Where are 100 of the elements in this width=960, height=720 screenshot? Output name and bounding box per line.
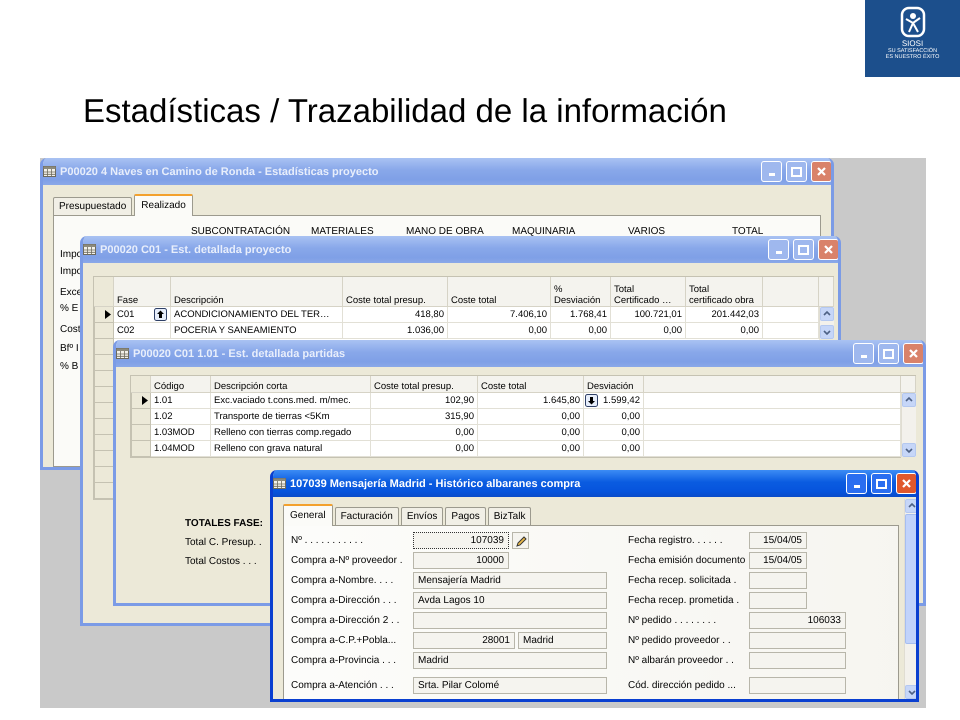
input-field[interactable]: 10000 xyxy=(413,552,509,569)
window-title: P00020 C01 1.01 - Est. detallada partidas xyxy=(133,348,346,360)
minimize-button[interactable] xyxy=(853,343,874,364)
tab[interactable]: Realizado xyxy=(134,194,193,216)
column-header: SUBCONTRATACIÓN xyxy=(191,226,292,239)
column-header[interactable]: Código xyxy=(151,376,211,393)
column-header: TOTAL xyxy=(732,226,764,239)
column-header[interactable]: % Desviación xyxy=(551,277,611,307)
close-button[interactable] xyxy=(896,473,916,494)
input-field[interactable] xyxy=(749,572,807,589)
section-heading: TOTALES FASE: xyxy=(185,518,263,529)
caret-up-icon xyxy=(905,396,913,402)
table-icon xyxy=(43,166,56,177)
maximize-button[interactable] xyxy=(786,161,807,182)
input-field[interactable] xyxy=(749,677,846,694)
maximize-button[interactable] xyxy=(871,473,892,494)
vertical-scrollbar[interactable] xyxy=(819,307,834,339)
column-header[interactable]: Coste total presup. xyxy=(371,376,478,393)
tab[interactable]: Facturación xyxy=(334,507,399,525)
input-field[interactable]: Mensajería Madrid xyxy=(413,572,607,589)
maximize-button[interactable] xyxy=(793,239,814,260)
scroll-up-button[interactable] xyxy=(905,499,916,513)
scroll-down-button[interactable] xyxy=(820,325,834,339)
minimize-button[interactable] xyxy=(768,239,789,260)
column-header[interactable]: Desviación xyxy=(584,376,644,393)
caret-down-icon xyxy=(905,448,913,454)
scroll-down-button[interactable] xyxy=(902,443,916,457)
close-button[interactable] xyxy=(811,161,831,182)
close-icon xyxy=(816,166,826,176)
column-header: MAQUINARIA xyxy=(512,226,576,239)
field-label: Nº pedido proveedor . . xyxy=(628,634,732,648)
table-cell: Relleno con grava natural xyxy=(211,441,371,457)
close-button[interactable] xyxy=(903,343,923,364)
minimize-button[interactable] xyxy=(846,473,867,494)
table-cell: 102,90 xyxy=(371,393,478,409)
minimize-button[interactable] xyxy=(761,161,782,182)
input-field[interactable]: 15/04/05 xyxy=(749,532,807,549)
tab[interactable]: General xyxy=(283,504,333,526)
scroll-up-button[interactable] xyxy=(820,307,834,321)
grid-corner xyxy=(94,277,114,307)
maximize-icon xyxy=(791,166,802,176)
vertical-scrollbar[interactable] xyxy=(901,393,916,457)
table-cell: 0,00 xyxy=(371,425,478,441)
column-header[interactable]: Coste total presup. xyxy=(343,277,448,307)
field-label: Nº . . . . . . . . . . . xyxy=(291,534,364,548)
minimize-icon xyxy=(860,354,866,358)
input-field[interactable]: Srta. Pilar Colomé xyxy=(413,677,607,694)
column-header[interactable]: Descripción xyxy=(171,277,343,307)
column-header[interactable]: Total Certificado … xyxy=(611,277,686,307)
current-row-icon xyxy=(105,310,111,319)
scroll-down-button[interactable] xyxy=(905,685,916,699)
maximize-icon xyxy=(798,244,809,254)
table-cell: 0,00 xyxy=(448,323,551,339)
vertical-scrollbar[interactable] xyxy=(904,499,916,699)
close-button[interactable] xyxy=(818,239,838,260)
field-label: Bfº I xyxy=(60,342,79,355)
table-cell: 201.442,03 xyxy=(686,307,763,323)
table-icon xyxy=(116,348,129,359)
table-icon xyxy=(273,478,286,489)
input-field[interactable]: 106033 xyxy=(749,612,846,629)
table-cell: 0,00 xyxy=(478,409,584,425)
input-field[interactable]: 15/04/05 xyxy=(749,552,807,569)
caret-down-icon xyxy=(908,690,916,696)
tab[interactable]: Pagos xyxy=(445,507,486,525)
scroll-thumb[interactable] xyxy=(905,514,916,644)
grid-corner xyxy=(131,376,151,393)
input-field[interactable]: Avda Lagos 10 xyxy=(413,592,607,609)
table-cell: 0,00 xyxy=(584,425,644,441)
column-header[interactable]: Fase xyxy=(114,277,171,307)
caret-down-icon xyxy=(823,330,831,336)
scroll-up-button[interactable] xyxy=(902,393,916,407)
maximize-button[interactable] xyxy=(878,343,899,364)
table-cell: 1.04MOD xyxy=(151,441,211,457)
input-field[interactable] xyxy=(413,612,607,629)
window-title: 107039 Mensajería Madrid - Histórico albaranes compra xyxy=(290,478,582,490)
column-header[interactable]: Coste total xyxy=(478,376,584,393)
field-label: Fecha recep. prometida . xyxy=(628,594,740,608)
table-cell: Exc.vaciado t.cons.med. m/mec. xyxy=(211,393,371,409)
column-header[interactable]: Descripción corta xyxy=(211,376,371,393)
field-label: Nº albarán proveedor . . xyxy=(628,654,735,668)
input-field[interactable]: Madrid xyxy=(413,652,607,669)
table-cell: 7.406,10 xyxy=(448,307,551,323)
input-field[interactable] xyxy=(749,592,807,609)
input-field[interactable]: Madrid xyxy=(518,632,607,649)
table-cell: 418,80 xyxy=(343,307,448,323)
tab[interactable]: Presupuestado xyxy=(53,197,132,215)
tab[interactable]: BizTalk xyxy=(488,507,532,525)
input-field[interactable]: 28001 xyxy=(413,632,515,649)
input-field[interactable] xyxy=(749,632,846,649)
edit-button[interactable] xyxy=(512,532,529,549)
row-selector[interactable] xyxy=(131,393,151,409)
table-cell: C01 xyxy=(114,307,171,323)
table-cell: 0,00 xyxy=(584,409,644,425)
tab[interactable]: Envíos xyxy=(400,507,444,525)
input-field[interactable]: 107039 xyxy=(413,532,509,549)
column-header[interactable]: Total certificado obra xyxy=(686,277,763,307)
input-field[interactable] xyxy=(749,652,846,669)
field-label: Cód. dirección pedido ... xyxy=(628,679,737,693)
row-selector[interactable] xyxy=(94,307,114,323)
column-header[interactable]: Coste total xyxy=(448,277,551,307)
